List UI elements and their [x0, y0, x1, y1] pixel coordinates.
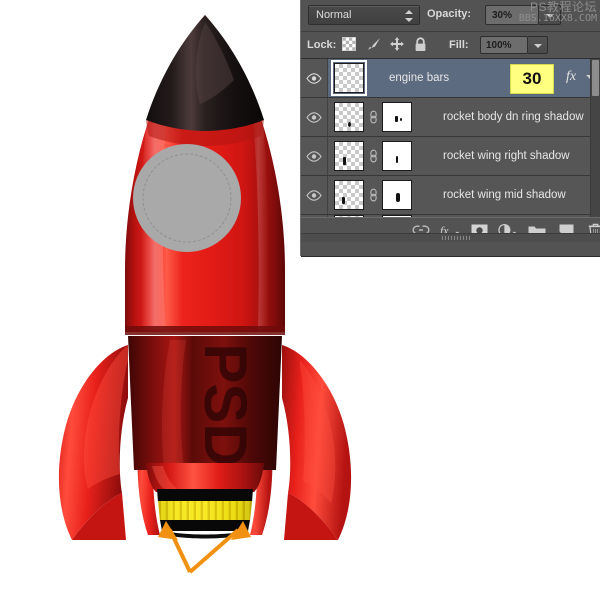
opacity-value: 30%	[492, 10, 513, 21]
layer-visibility-toggle[interactable]	[301, 176, 328, 214]
eye-icon	[306, 150, 322, 162]
layer-name[interactable]: rocket wing mid shadow	[443, 176, 566, 214]
opacity-annotation-badge: 30	[510, 64, 554, 94]
layer-thumbnails[interactable]	[334, 137, 412, 175]
opacity-slider-dropdown-button[interactable]	[539, 5, 561, 25]
rocket-lower-band: PSD	[128, 336, 282, 470]
layers-panel: Normal Opacity: 30% PS教程论坛 BBS.16XX8.COM…	[300, 0, 600, 257]
layer-visibility-toggle[interactable]	[301, 137, 328, 175]
blend-mode-value: Normal	[316, 9, 352, 21]
lock-all-icon[interactable]	[414, 37, 430, 53]
blend-opacity-row: Normal Opacity: 30% PS教程论坛 BBS.16XX8.COM	[301, 0, 600, 32]
layer-list-scrollbar[interactable]	[590, 59, 600, 217]
chevron-down-icon	[534, 44, 542, 48]
layer-mask-link-icon[interactable]	[366, 149, 380, 163]
layer-name[interactable]: rocket body dn ring shadow	[443, 98, 584, 136]
fill-input[interactable]: 100%	[480, 36, 528, 54]
opacity-label: Opacity:	[427, 8, 472, 20]
layer-name[interactable]: rocket wing right shadow	[443, 137, 570, 175]
fill-value: 100%	[486, 40, 512, 51]
eye-icon	[306, 72, 322, 84]
eye-icon	[306, 111, 322, 123]
rocket-wing-right	[282, 345, 352, 540]
layer-list[interactable]: engine bars 30 fx rocket body dn ring sh…	[301, 59, 600, 217]
layer-mask-link-icon[interactable]	[366, 110, 380, 124]
rocket-body	[125, 15, 285, 335]
rocket-wing-left	[58, 345, 128, 540]
layer-thumbnails[interactable]	[331, 59, 367, 97]
rocket-engine-collar	[146, 463, 264, 492]
layer-thumbnails[interactable]	[334, 98, 412, 136]
layer-row[interactable]: rocket body dn ring shadow	[301, 98, 600, 137]
layer-thumbnails[interactable]	[334, 176, 412, 214]
layers-panel-toolbar: fx	[301, 217, 600, 242]
lock-label: Lock:	[307, 39, 337, 51]
eye-icon	[306, 189, 322, 201]
layer-visibility-toggle[interactable]	[301, 59, 328, 97]
layer-visibility-toggle[interactable]	[301, 98, 328, 136]
rocket-window	[133, 144, 241, 252]
chevron-down-icon	[546, 14, 554, 18]
opacity-input[interactable]: 30%	[485, 5, 539, 25]
layer-thumbnail[interactable]	[334, 141, 364, 171]
layer-thumbnail[interactable]	[334, 102, 364, 132]
panel-resize-grip[interactable]	[301, 233, 600, 242]
fill-slider-dropdown-button[interactable]	[528, 36, 548, 54]
layer-thumbnail[interactable]	[331, 60, 367, 96]
panel-bottom-edge	[301, 256, 600, 257]
layer-mask-thumbnail[interactable]	[382, 141, 412, 171]
layer-row[interactable]: engine bars 30 fx	[301, 59, 600, 98]
layer-mask-link-icon[interactable]	[366, 188, 380, 202]
layer-mask-thumbnail[interactable]	[382, 180, 412, 210]
scrollbar-thumb[interactable]	[592, 60, 599, 96]
lock-transparent-pixels-icon[interactable]	[342, 37, 358, 53]
lock-position-icon[interactable]	[390, 37, 406, 53]
rocket-body-text: PSD	[192, 343, 259, 466]
fill-label: Fill:	[449, 39, 469, 51]
layer-row[interactable]: rocket wing mid shadow	[301, 176, 600, 215]
layer-row[interactable]: rocket wing right shadow	[301, 137, 600, 176]
blend-mode-stepper-icon[interactable]	[404, 10, 413, 22]
blend-mode-select[interactable]: Normal	[308, 5, 420, 25]
layer-thumbnail[interactable]	[334, 180, 364, 210]
lock-image-pixels-icon[interactable]	[366, 37, 382, 53]
layer-fx-indicator[interactable]: fx	[566, 69, 576, 85]
lock-fill-row: Lock: Fill: 100%	[301, 32, 600, 59]
layer-name[interactable]: engine bars	[389, 59, 449, 97]
layer-mask-thumbnail[interactable]	[382, 102, 412, 132]
